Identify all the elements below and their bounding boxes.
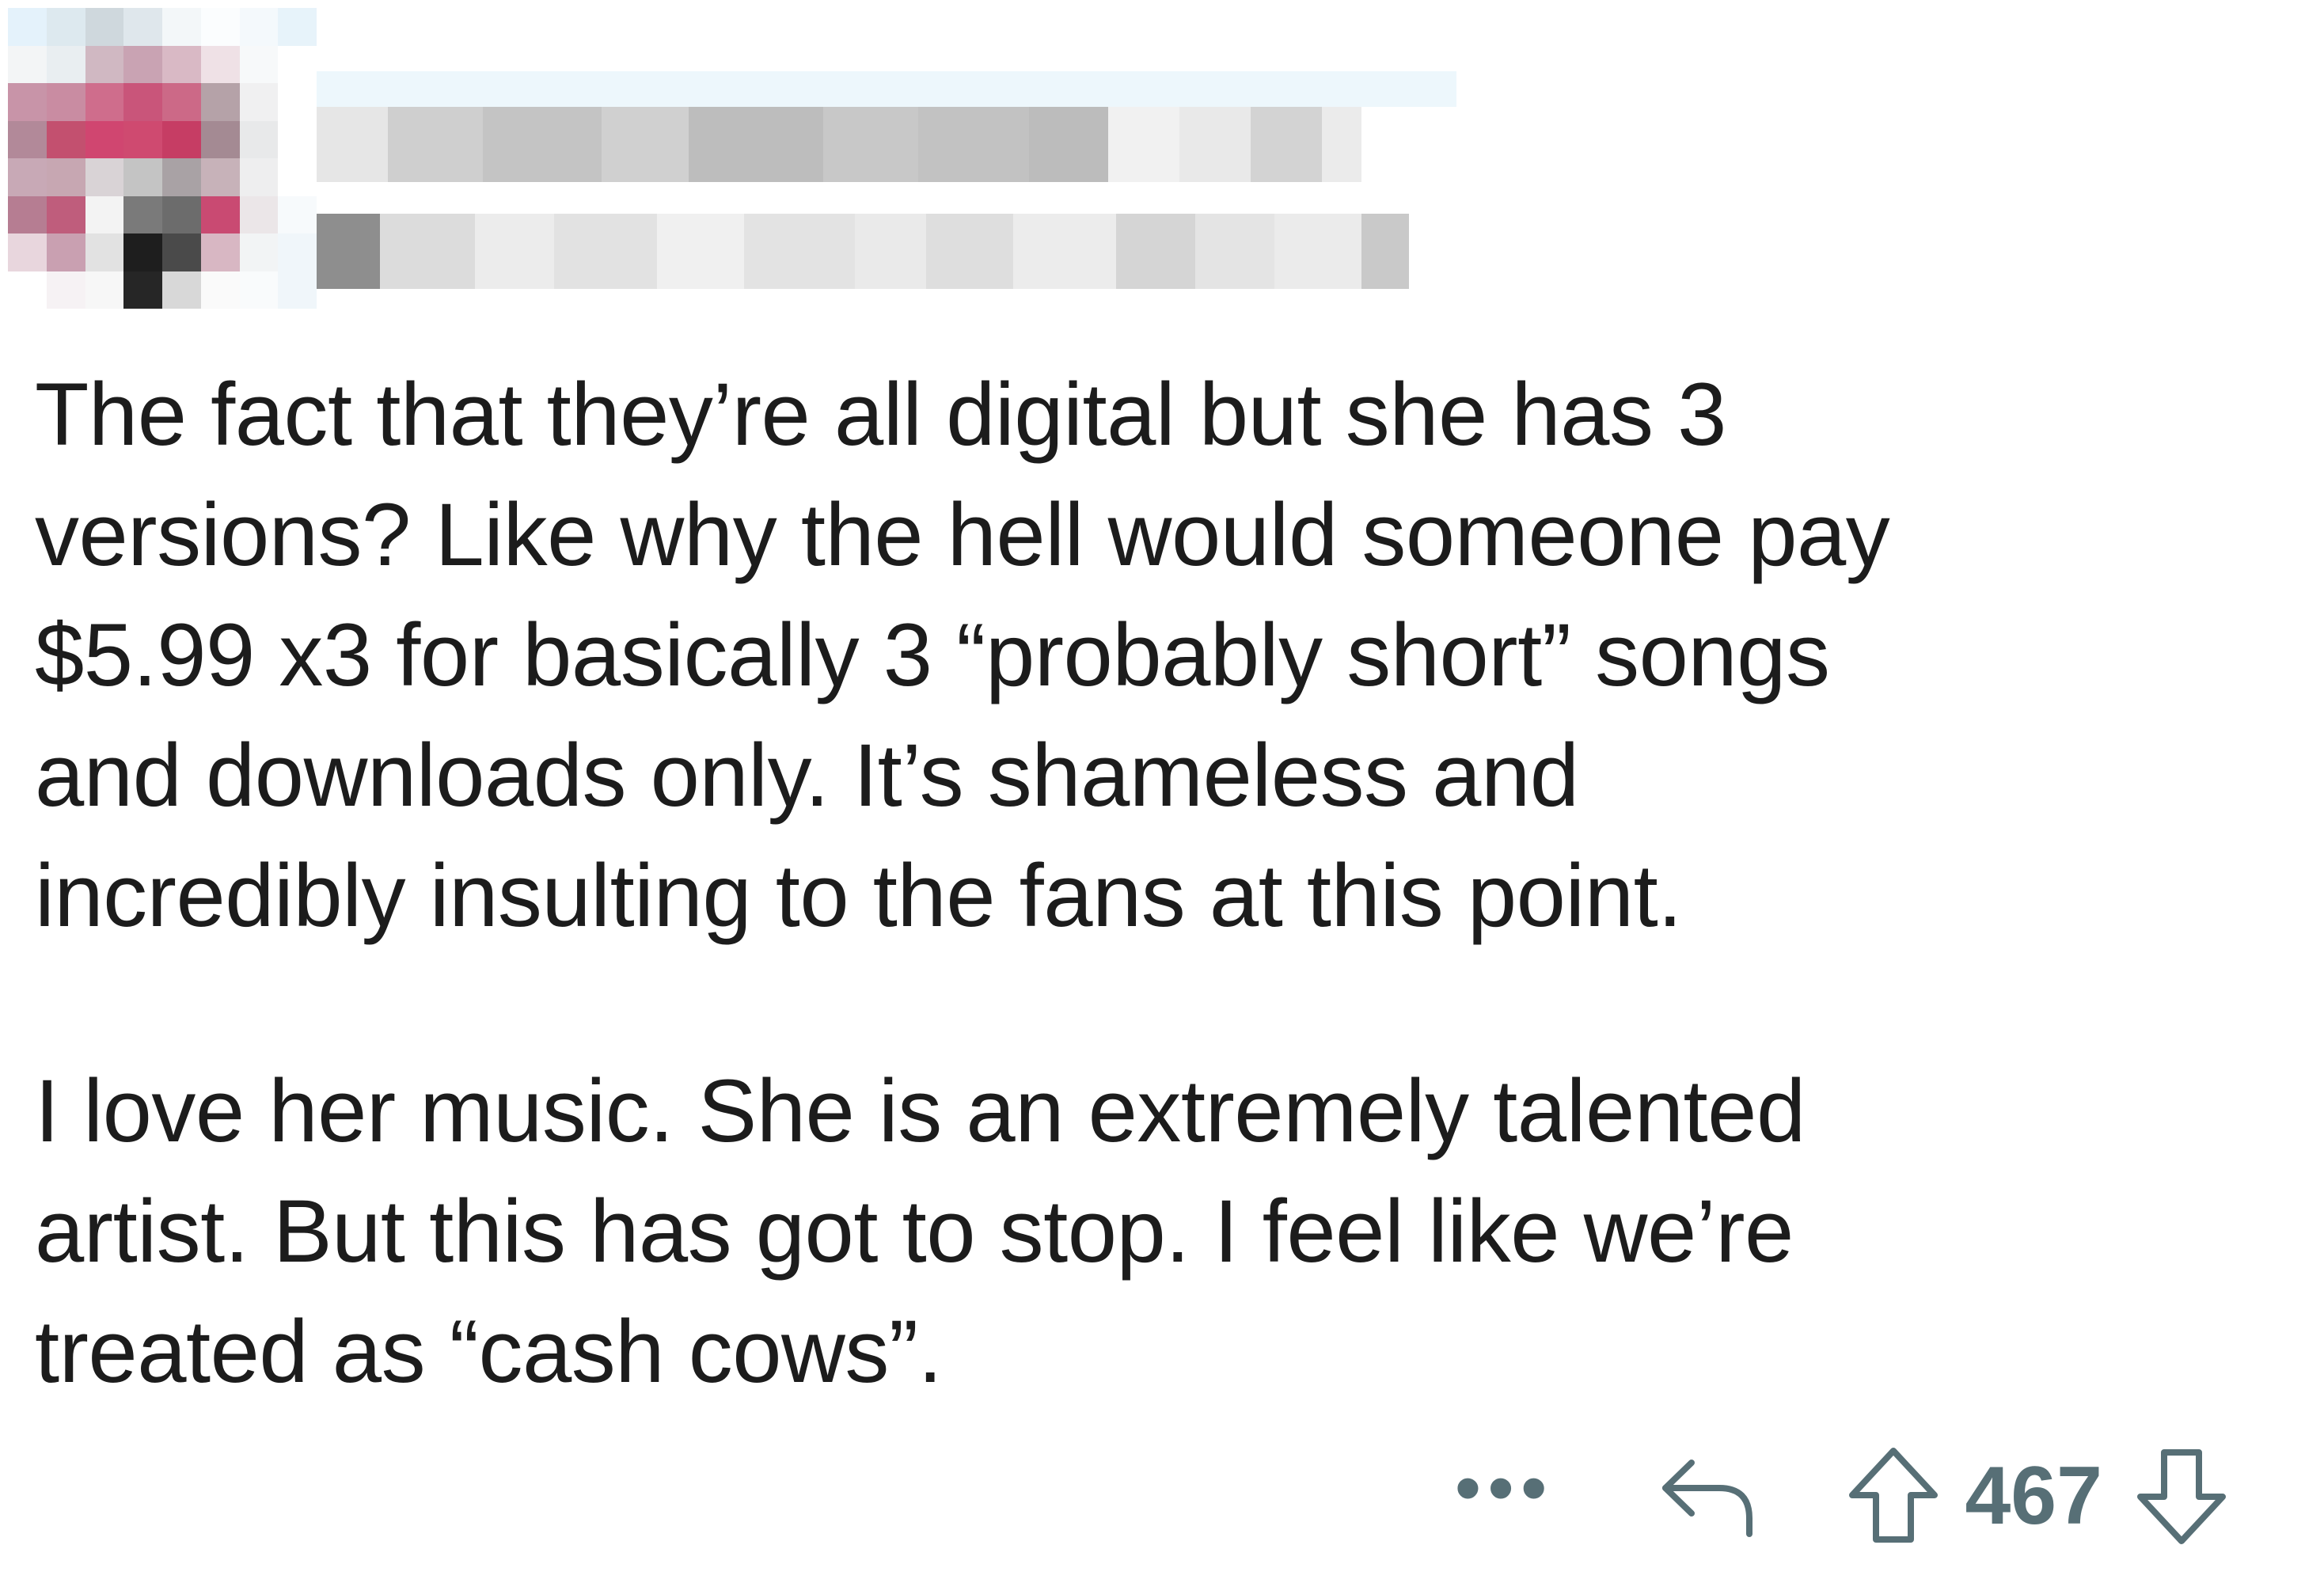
username-redacted[interactable] [317, 107, 1361, 182]
avatar[interactable] [8, 8, 317, 309]
comment-paragraph: The fact that they’re all digital but sh… [35, 365, 1890, 945]
post-metadata-redacted [317, 214, 1409, 289]
username-redaction-band [317, 71, 1456, 107]
comment-body: The fact that they’re all digital but sh… [35, 355, 2267, 1507]
comment-paragraph: I love her music. She is an extremely ta… [35, 1061, 1806, 1401]
comment-action-bar: ••• 467 [1455, 1441, 2229, 1551]
upvote-arrow-icon[interactable] [1846, 1444, 1941, 1547]
reply-arrow-icon[interactable] [1656, 1448, 1759, 1543]
more-dots-icon[interactable]: ••• [1455, 1450, 1554, 1526]
vote-count: 467 [1965, 1449, 2102, 1542]
downvote-arrow-icon[interactable] [2134, 1444, 2229, 1547]
